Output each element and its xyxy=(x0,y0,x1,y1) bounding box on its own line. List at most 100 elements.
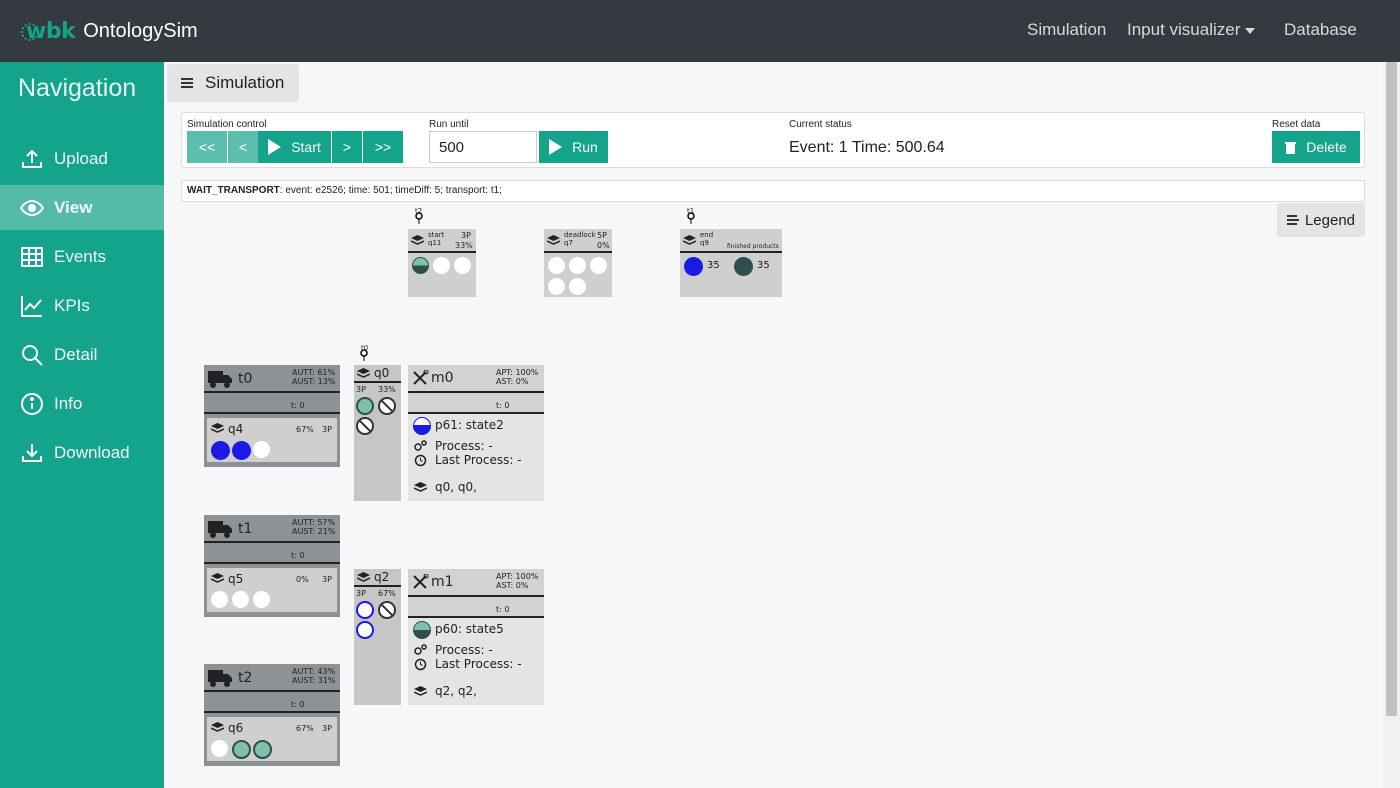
layers-icon xyxy=(414,686,427,696)
ast: AST: 0% xyxy=(496,581,529,590)
current-event-bar: WAIT_TRANSPORT: event: e2526; time: 501;… xyxy=(181,180,1365,202)
brand[interactable]: wbk OntologySim xyxy=(20,16,198,46)
chart-line-icon xyxy=(21,295,42,317)
divider xyxy=(680,251,782,253)
aust: AUST: 21% xyxy=(292,527,336,536)
slot-empty xyxy=(590,257,607,274)
product-dot[interactable] xyxy=(211,441,230,460)
product-dot[interactable] xyxy=(734,257,753,276)
product-dot[interactable] xyxy=(232,441,251,460)
queue-name: q5 xyxy=(228,572,244,586)
scrollbar-thumb[interactable] xyxy=(1386,62,1397,716)
divider xyxy=(408,391,544,393)
slot-empty xyxy=(569,278,586,295)
ast: AST: 0% xyxy=(496,377,529,386)
nav-input-visualizer[interactable]: Input visualizer xyxy=(1127,20,1256,40)
sidebar-item-download[interactable]: Download xyxy=(0,430,164,475)
product-state: p61: state2 xyxy=(435,418,504,432)
layers-icon xyxy=(211,573,224,583)
divider xyxy=(204,412,340,414)
last-process: Last Process: - xyxy=(435,657,522,671)
sidebar: Navigation Upload View Events KPIs Detai… xyxy=(0,62,164,788)
blocked-icon xyxy=(378,601,396,619)
first-event-button[interactable]: << xyxy=(187,131,227,163)
slot-empty xyxy=(569,257,586,274)
blocked-icon xyxy=(356,417,374,435)
tools-icon xyxy=(413,574,429,589)
sidebar-item-info[interactable]: Info xyxy=(0,381,164,426)
sidebar-item-detail[interactable]: Detail xyxy=(0,332,164,377)
divider xyxy=(204,690,340,692)
product-dot[interactable] xyxy=(413,417,431,435)
run-until-input[interactable]: 500 xyxy=(429,131,537,163)
page-title: Simulation xyxy=(205,73,285,92)
transport-name: t1 xyxy=(238,521,253,537)
sidebar-item-label: Download xyxy=(54,442,130,462)
divider xyxy=(408,251,476,253)
sidebar-item-view[interactable]: View xyxy=(0,185,164,230)
transport-name: t2 xyxy=(238,670,253,686)
sidebar-item-kpis[interactable]: KPIs xyxy=(0,283,164,328)
divider xyxy=(544,251,612,253)
sidebar-item-label: Info xyxy=(54,393,83,413)
search-icon xyxy=(22,344,43,366)
delete-button[interactable]: Delete xyxy=(1272,131,1360,163)
last-event-button[interactable]: >> xyxy=(363,131,403,163)
menu-icon xyxy=(181,78,193,88)
machine-name: m1 xyxy=(431,574,454,590)
queue-percent: 0% xyxy=(296,575,309,584)
queue-name: q6 xyxy=(228,721,244,735)
product-dot[interactable] xyxy=(413,621,431,639)
aust: AUST: 31% xyxy=(292,676,336,685)
event-type: WAIT_TRANSPORT xyxy=(187,185,280,196)
layers-icon xyxy=(357,572,370,582)
nav-database[interactable]: Database xyxy=(1284,20,1357,40)
trash-icon xyxy=(1285,141,1297,154)
process: Process: - xyxy=(435,643,493,657)
start-label: Start xyxy=(291,139,321,155)
product-dot[interactable] xyxy=(356,621,374,639)
queue-name: end xyxy=(700,231,714,239)
truck-icon xyxy=(208,521,232,538)
transport-name: t0 xyxy=(238,371,253,387)
machine-queues: q2, q2, xyxy=(435,684,477,698)
sidebar-item-label: Detail xyxy=(54,344,98,364)
blocked-icon xyxy=(378,397,396,415)
queue-name: start xyxy=(428,231,445,239)
sidebar-item-events[interactable]: Events xyxy=(0,234,164,279)
queue-capacity: 3P xyxy=(322,724,332,733)
machine-queues: q0, q0, xyxy=(435,480,477,494)
transport-time: t: 0 xyxy=(291,551,305,560)
sidebar-toggle-button[interactable]: Simulation xyxy=(167,64,299,102)
queue-percent: 33% xyxy=(455,241,473,250)
legend-button[interactable]: Legend xyxy=(1277,203,1365,237)
last-process: Last Process: - xyxy=(435,453,522,467)
event-details: : event: e2526; time: 501; timeDiff: 5; … xyxy=(279,185,502,196)
machine-time: t: 0 xyxy=(496,605,510,614)
product-dot[interactable] xyxy=(356,397,374,415)
product-dot[interactable] xyxy=(253,740,272,759)
top-navbar: wbk OntologySim Simulation Input visuali… xyxy=(0,0,1400,62)
sidebar-title: Navigation xyxy=(18,74,137,102)
prev-event-button[interactable]: < xyxy=(228,131,258,163)
count: 35 xyxy=(757,260,770,271)
pin-label: t2 xyxy=(415,207,423,215)
product-dot[interactable] xyxy=(232,740,251,759)
sidebar-item-upload[interactable]: Upload xyxy=(0,136,164,181)
nav-simulation[interactable]: Simulation xyxy=(1027,20,1106,40)
brand-logo: wbk xyxy=(26,18,76,44)
sidebar-item-label: KPIs xyxy=(54,295,90,315)
slot-empty xyxy=(211,591,228,608)
table-icon xyxy=(21,246,43,267)
layers-icon xyxy=(357,368,370,378)
run-button[interactable]: Run xyxy=(539,131,608,163)
product-dot[interactable] xyxy=(412,257,429,274)
product-dot[interactable] xyxy=(684,257,703,276)
apt: APT: 100% xyxy=(496,368,539,377)
product-dot[interactable] xyxy=(356,601,374,619)
slot-empty xyxy=(253,591,270,608)
current-status-label: Current status xyxy=(789,119,852,130)
play-icon xyxy=(268,139,282,155)
next-event-button[interactable]: > xyxy=(332,131,362,163)
start-button[interactable]: Start xyxy=(258,131,331,163)
